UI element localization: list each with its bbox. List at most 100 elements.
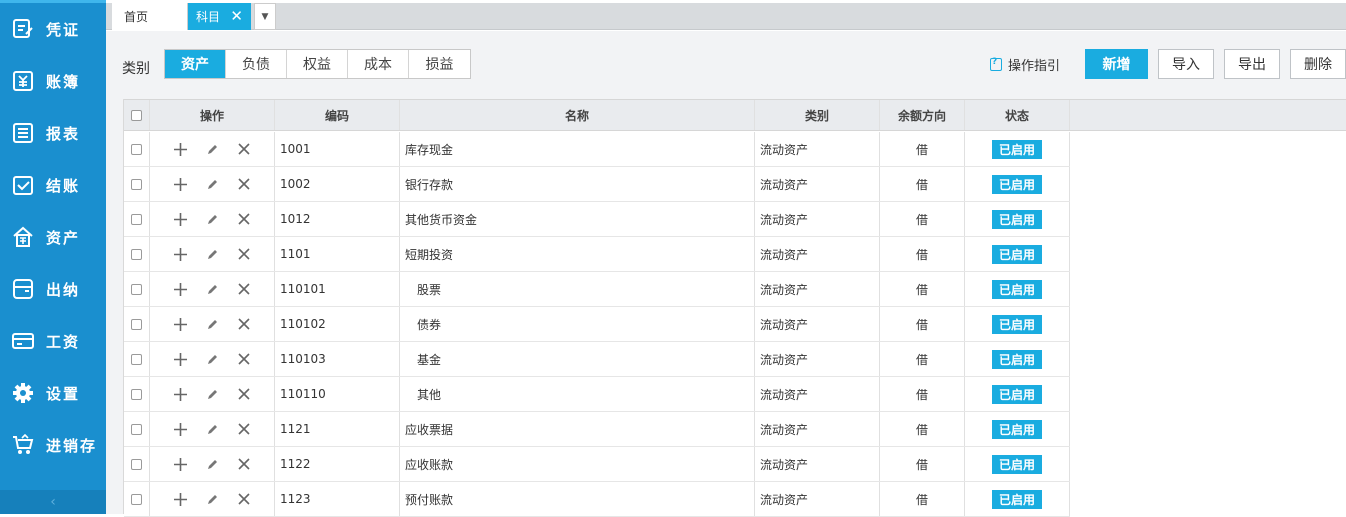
status-badge[interactable]: 已启用 — [991, 489, 1042, 509]
edit-icon[interactable] — [204, 176, 220, 192]
table-row[interactable]: 1121 应收票据 流动资产借 已启用 — [124, 412, 1070, 447]
add-icon[interactable] — [172, 281, 188, 297]
add-icon[interactable] — [172, 211, 188, 227]
edit-icon[interactable] — [204, 211, 220, 227]
row-checkbox[interactable] — [131, 353, 142, 365]
add-icon[interactable] — [172, 491, 188, 507]
delete-icon[interactable] — [236, 211, 252, 227]
delete-icon[interactable] — [236, 421, 252, 437]
row-select-cell — [124, 272, 150, 306]
delete-icon[interactable] — [236, 456, 252, 472]
status-badge[interactable]: 已启用 — [991, 419, 1042, 439]
add-icon[interactable] — [172, 386, 188, 402]
table-header: 操作 编码 名称 类别 余额方向 状态 — [124, 99, 1346, 131]
edit-icon[interactable] — [204, 141, 220, 157]
table-row[interactable]: 110101 股票 流动资产借 已启用 — [124, 272, 1070, 307]
tab-dropdown-button[interactable]: ▼ — [254, 3, 276, 30]
delete-icon[interactable] — [236, 281, 252, 297]
new-button[interactable]: 新增 — [1085, 49, 1148, 79]
sidebar-item-7[interactable]: 设置 — [0, 367, 106, 419]
segment-1[interactable]: 负债 — [226, 50, 287, 78]
add-icon[interactable] — [172, 316, 188, 332]
status-badge[interactable]: 已启用 — [991, 174, 1042, 194]
segment-0[interactable]: 资产 — [165, 50, 226, 78]
add-icon[interactable] — [172, 176, 188, 192]
row-checkbox[interactable] — [131, 318, 142, 330]
delete-icon[interactable] — [236, 246, 252, 262]
row-checkbox[interactable] — [131, 388, 142, 400]
status-badge[interactable]: 已启用 — [991, 454, 1042, 474]
row-checkbox[interactable] — [131, 143, 142, 155]
row-checkbox[interactable] — [131, 493, 142, 505]
row-checkbox[interactable] — [131, 213, 142, 225]
sidebar-collapse-button[interactable]: ‹ — [0, 490, 106, 514]
status-badge[interactable]: 已启用 — [991, 384, 1042, 404]
row-checkbox[interactable] — [131, 458, 142, 470]
table-row[interactable]: 1122 应收账款 流动资产借 已启用 — [124, 447, 1070, 482]
add-icon[interactable] — [172, 456, 188, 472]
row-name: 基金 — [400, 342, 755, 376]
row-code: 1101 — [275, 237, 400, 271]
edit-icon[interactable] — [204, 456, 220, 472]
status-badge[interactable]: 已启用 — [991, 314, 1042, 334]
edit-icon[interactable] — [204, 421, 220, 437]
row-checkbox[interactable] — [131, 423, 142, 435]
sidebar-item-0[interactable]: 凭证 — [0, 3, 106, 55]
sidebar-item-2[interactable]: 报表 — [0, 107, 106, 159]
status-badge[interactable]: 已启用 — [991, 209, 1042, 229]
row-select-cell — [124, 307, 150, 341]
add-icon[interactable] — [172, 421, 188, 437]
delete-icon[interactable] — [236, 491, 252, 507]
export-button[interactable]: 导出 — [1224, 49, 1280, 79]
tab-subjects[interactable]: 科目 ✕ — [188, 3, 251, 30]
row-category: 流动资产 — [755, 412, 880, 446]
edit-icon[interactable] — [204, 281, 220, 297]
sidebar-item-8[interactable]: 进销存 — [0, 419, 106, 471]
sidebar-item-5[interactable]: 出纳 — [0, 263, 106, 315]
delete-button[interactable]: 删除 — [1290, 49, 1346, 79]
sidebar-item-1[interactable]: 账簿 — [0, 55, 106, 107]
row-checkbox[interactable] — [131, 248, 142, 260]
delete-icon[interactable] — [236, 386, 252, 402]
import-button[interactable]: 导入 — [1158, 49, 1214, 79]
status-badge[interactable]: 已启用 — [991, 139, 1042, 159]
add-icon[interactable] — [172, 246, 188, 262]
table-row[interactable]: 110103 基金 流动资产借 已启用 — [124, 342, 1070, 377]
sidebar-item-4[interactable]: 资产 — [0, 211, 106, 263]
edit-icon[interactable] — [204, 491, 220, 507]
table-row[interactable]: 1123 预付账款 流动资产借 已启用 — [124, 482, 1070, 517]
row-checkbox[interactable] — [131, 283, 142, 295]
delete-icon[interactable] — [236, 176, 252, 192]
edit-icon[interactable] — [204, 386, 220, 402]
tab-home[interactable]: 首页 — [112, 3, 188, 30]
sidebar-item-label: 资产 — [46, 228, 81, 247]
table-row[interactable]: 1101 短期投资 流动资产借 已启用 — [124, 237, 1070, 272]
segment-2[interactable]: 权益 — [287, 50, 348, 78]
segment-4[interactable]: 损益 — [409, 50, 470, 78]
table-row[interactable]: 1012 其他货币资金 流动资产借 已启用 — [124, 202, 1070, 237]
edit-icon[interactable] — [204, 246, 220, 262]
close-icon[interactable]: ✕ — [230, 7, 243, 25]
guide-link[interactable]: 操作指引 — [990, 55, 1060, 74]
sidebar-item-3[interactable]: 结账 — [0, 159, 106, 211]
delete-icon[interactable] — [236, 351, 252, 367]
table-row[interactable]: 1001 库存现金 流动资产借 已启用 — [124, 132, 1070, 167]
table-row[interactable]: 110102 债券 流动资产借 已启用 — [124, 307, 1070, 342]
header-category: 类别 — [755, 100, 880, 130]
edit-icon[interactable] — [204, 351, 220, 367]
row-status-cell: 已启用 — [965, 167, 1070, 201]
status-badge[interactable]: 已启用 — [991, 349, 1042, 369]
table-row[interactable]: 1002 银行存款 流动资产借 已启用 — [124, 167, 1070, 202]
row-checkbox[interactable] — [131, 178, 142, 190]
table-row[interactable]: 110110 其他 流动资产借 已启用 — [124, 377, 1070, 412]
delete-icon[interactable] — [236, 141, 252, 157]
add-icon[interactable] — [172, 141, 188, 157]
edit-icon[interactable] — [204, 316, 220, 332]
delete-icon[interactable] — [236, 316, 252, 332]
select-all-checkbox[interactable] — [131, 109, 142, 121]
sidebar-item-6[interactable]: 工资 — [0, 315, 106, 367]
status-badge[interactable]: 已启用 — [991, 279, 1042, 299]
segment-3[interactable]: 成本 — [348, 50, 409, 78]
add-icon[interactable] — [172, 351, 188, 367]
status-badge[interactable]: 已启用 — [991, 244, 1042, 264]
